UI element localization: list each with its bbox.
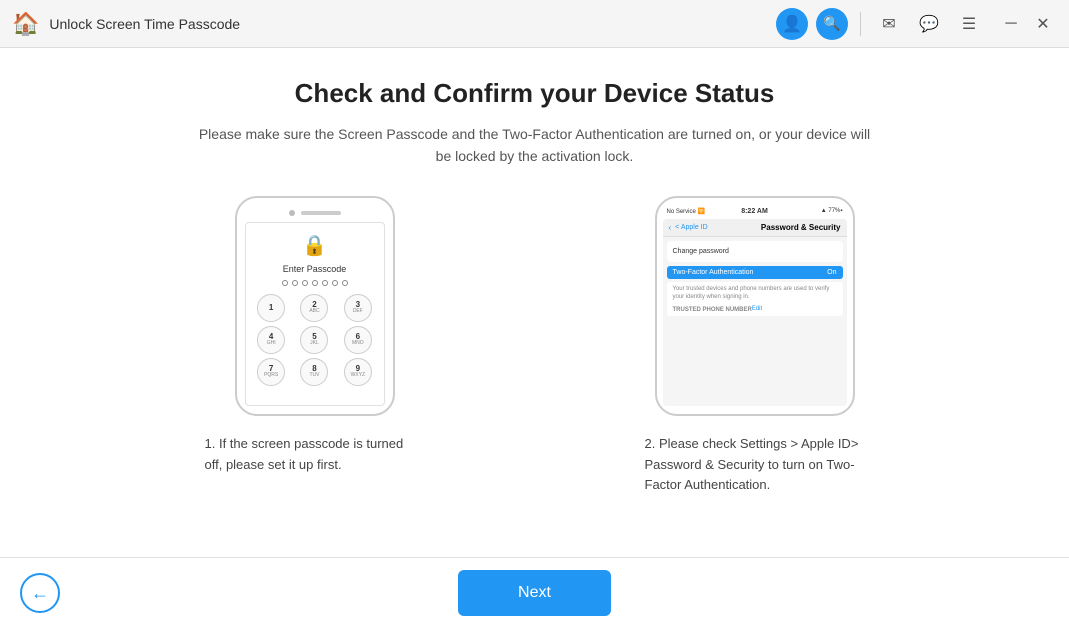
passcode-dot-6: [332, 280, 338, 286]
screen-section-password: Change password: [667, 241, 843, 262]
trusted-phone-label: TRUSTED PHONE NUMBER: [673, 307, 752, 313]
status-center: 8:22 AM: [741, 208, 768, 215]
search-icon[interactable]: 🔍: [816, 8, 848, 40]
panel-passcode: 🔒 Enter Passcode 1 2ABC 3DEF: [135, 196, 495, 476]
trusted-devices-section: Your trusted devices and phone numbers a…: [667, 282, 843, 316]
two-factor-value: On: [827, 269, 836, 276]
nav-title: < Apple ID: [675, 224, 708, 231]
passcode-dots: [282, 280, 348, 286]
change-password-row: Change password: [673, 245, 837, 258]
phone-screen-passcode: 🔒 Enter Passcode 1 2ABC 3DEF: [245, 222, 385, 406]
passcode-dot-7: [342, 280, 348, 286]
numpad-5: 5JKL: [300, 326, 328, 354]
panel-2fa: No Service 🛜 8:22 AM ▲ 77%▪ ‹ < Apple ID…: [575, 196, 935, 496]
numpad-7: 7PQRS: [257, 358, 285, 386]
trusted-devices-text: Your trusted devices and phone numbers a…: [673, 285, 837, 302]
two-factor-highlight: Two-Factor Authentication On: [667, 266, 843, 279]
panels-container: 🔒 Enter Passcode 1 2ABC 3DEF: [135, 196, 935, 537]
window-controls: ─ ✕: [997, 10, 1057, 38]
numpad-1: 1: [257, 294, 285, 322]
phone-notch: [289, 210, 341, 216]
passcode-dot-2: [292, 280, 298, 286]
divider: [860, 12, 861, 36]
phone-bar: [301, 211, 341, 215]
main-content: Check and Confirm your Device Status Ple…: [0, 48, 1069, 557]
nav-main-title: Password & Security: [761, 223, 841, 232]
status-right: ▲ 77%▪: [768, 208, 843, 214]
status-left: No Service 🛜: [667, 208, 742, 215]
passcode-dot-1: [282, 280, 288, 286]
phone-screen-2fa: ‹ < Apple ID Password & Security Change …: [663, 219, 847, 406]
edit-link[interactable]: Edit: [752, 306, 762, 312]
app-icon: 🏠: [12, 11, 39, 37]
page-subtitle: Please make sure the Screen Passcode and…: [195, 123, 875, 168]
back-arrow-icon: ←: [31, 583, 49, 604]
titlebar-title: Unlock Screen Time Passcode: [49, 16, 776, 32]
chat-icon[interactable]: 💬: [913, 8, 945, 40]
numpad: 1 2ABC 3DEF 4GHI 5JKL 6MNO 7PQRS 8TUV 9W…: [252, 294, 378, 386]
close-button[interactable]: ✕: [1029, 10, 1057, 38]
numpad-4: 4GHI: [257, 326, 285, 354]
numpad-2: 2ABC: [300, 294, 328, 322]
footer: ← Next: [0, 557, 1069, 632]
back-arrow-icon: ‹: [669, 223, 672, 232]
avatar-icon[interactable]: 👤: [776, 8, 808, 40]
minimize-button[interactable]: ─: [997, 10, 1025, 38]
phone-mockup-passcode: 🔒 Enter Passcode 1 2ABC 3DEF: [235, 196, 395, 416]
phone-mockup-2fa: No Service 🛜 8:22 AM ▲ 77%▪ ‹ < Apple ID…: [655, 196, 855, 416]
panel1-description: 1. If the screen passcode is turned off,…: [205, 434, 425, 476]
enter-passcode-label: Enter Passcode: [283, 264, 347, 274]
phone-status-bar: No Service 🛜 8:22 AM ▲ 77%▪: [663, 208, 847, 215]
numpad-6: 6MNO: [344, 326, 372, 354]
next-button[interactable]: Next: [458, 570, 611, 616]
change-password-label: Change password: [673, 248, 837, 255]
back-button[interactable]: ←: [20, 573, 60, 613]
phone-dot: [289, 210, 295, 216]
two-factor-label: Two-Factor Authentication: [673, 269, 828, 276]
passcode-dot-3: [302, 280, 308, 286]
titlebar-actions: 👤 🔍 ✉ 💬 ☰ ─ ✕: [776, 8, 1057, 40]
lock-icon: 🔒: [302, 233, 327, 258]
titlebar: 🏠 Unlock Screen Time Passcode 👤 🔍 ✉ 💬 ☰ …: [0, 0, 1069, 48]
screen-nav: ‹ < Apple ID Password & Security: [663, 219, 847, 237]
numpad-8: 8TUV: [300, 358, 328, 386]
passcode-dot-5: [322, 280, 328, 286]
mail-icon[interactable]: ✉: [873, 8, 905, 40]
menu-icon[interactable]: ☰: [953, 8, 985, 40]
page-title: Check and Confirm your Device Status: [295, 78, 775, 109]
panel2-description: 2. Please check Settings > Apple ID> Pas…: [645, 434, 865, 496]
numpad-3: 3DEF: [344, 294, 372, 322]
passcode-dot-4: [312, 280, 318, 286]
numpad-9: 9WXYZ: [344, 358, 372, 386]
